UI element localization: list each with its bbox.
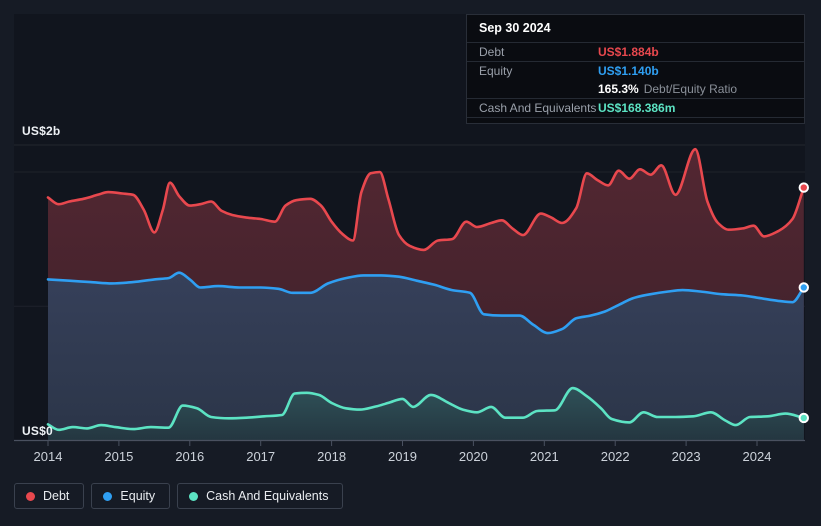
tooltip-row-debt: Debt US$1.884b	[467, 43, 804, 62]
tooltip-row-ratio: 165.3% Debt/Equity Ratio	[467, 80, 804, 99]
x-axis-label-2016: 2016	[175, 449, 205, 464]
tooltip-debt-value: US$1.884b	[598, 45, 659, 59]
tooltip-debt-label: Debt	[479, 45, 505, 59]
debt-legend-dot-icon	[26, 491, 35, 501]
legend-item-cash[interactable]: Cash And Equivalents	[177, 483, 344, 509]
x-axis-label-2018: 2018	[317, 449, 347, 464]
tooltip-row-equity: Equity US$1.140b	[467, 62, 804, 80]
x-axis-label-2017: 2017	[246, 449, 276, 464]
x-axis-label-2015: 2015	[104, 449, 134, 464]
cash-legend-dot-icon	[189, 491, 199, 501]
x-axis-label-2014: 2014	[33, 449, 63, 464]
legend-item-debt[interactable]: Debt	[14, 483, 85, 509]
tooltip-cash-label: Cash And Equivalents	[479, 101, 597, 115]
tooltip-ratio-label: Debt/Equity Ratio	[643, 82, 738, 96]
tooltip-equity-value: US$1.140b	[598, 64, 659, 78]
tooltip-equity-label: Equity	[479, 64, 513, 78]
debt-equity-history-chart: { "tooltip": { "date": "Sep 30 2024", "d…	[0, 0, 821, 526]
tooltip-date: Sep 30 2024	[467, 15, 804, 43]
legend-label-equity: Equity	[120, 489, 156, 503]
tooltip-cash-value: US$168.386m	[598, 101, 676, 115]
chart-tooltip: Sep 30 2024 Debt US$1.884b Equity US$1.1…	[466, 14, 805, 124]
equity-legend-dot-icon	[103, 491, 113, 501]
chart-legend: Debt Equity Cash And Equivalents	[14, 483, 344, 509]
x-axis-label-2020: 2020	[458, 449, 488, 464]
x-axis-label-2023: 2023	[671, 449, 701, 464]
x-axis-label-2021: 2021	[529, 449, 559, 464]
legend-label-debt: Debt	[43, 489, 70, 503]
y-axis-min-label: US$0	[22, 424, 53, 438]
y-axis-max-label: US$2b	[22, 124, 61, 138]
tooltip-row-cash: Cash And Equivalents US$168.386m	[467, 99, 804, 118]
equity-end-marker	[798, 282, 809, 293]
legend-item-equity[interactable]: Equity	[91, 483, 171, 509]
x-axis-label-2019: 2019	[388, 449, 417, 464]
x-axis-label-2022: 2022	[600, 449, 630, 464]
legend-label-cash: Cash And Equivalents	[206, 489, 329, 503]
x-axis-label-2024: 2024	[742, 449, 772, 464]
tooltip-ratio-value: 165.3%	[598, 82, 639, 96]
debt-end-marker	[798, 182, 809, 193]
cash-end-marker	[798, 412, 809, 424]
